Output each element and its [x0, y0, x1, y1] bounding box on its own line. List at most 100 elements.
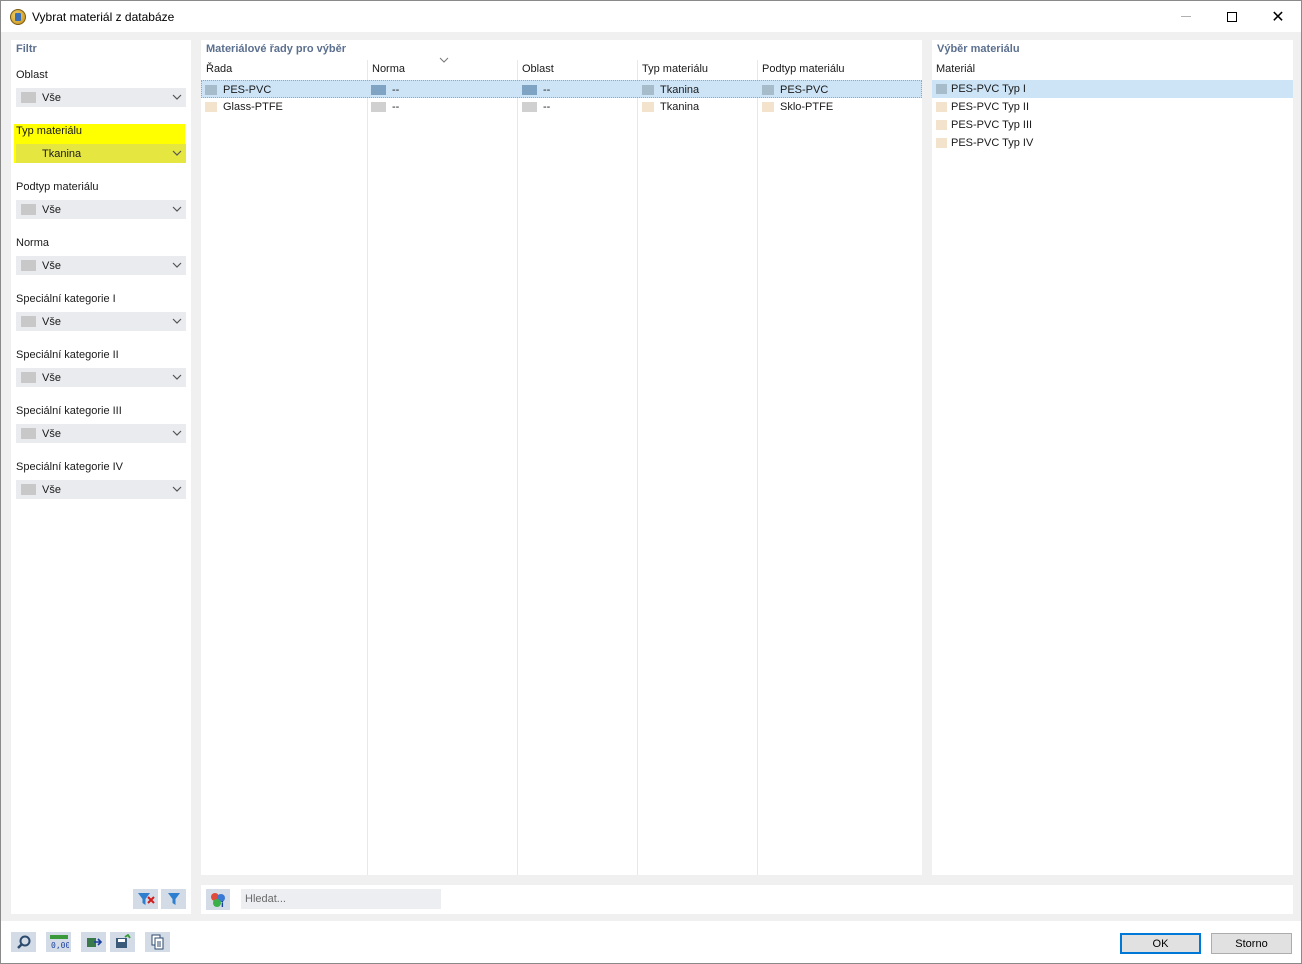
color-swatch: [936, 120, 947, 130]
filter-combo-typ-materialu[interactable]: Tkanina: [16, 144, 186, 163]
filter-combo-specialni-kategorie-1[interactable]: Vše: [16, 312, 186, 331]
magnifier-icon: [16, 935, 30, 949]
filter-label-podtyp-materialu: Podtyp materiálu: [16, 181, 99, 193]
column-divider[interactable]: [637, 60, 638, 875]
library-info-button[interactable]: [145, 932, 170, 952]
filter-label-specialni-kategorie-3: Speciální kategorie III: [16, 405, 122, 417]
filter-panel: Filtr Oblast Vše Typ materiálu Tkanina P…: [11, 40, 191, 914]
combo-value: Vše: [42, 91, 61, 104]
svg-text:i: i: [221, 900, 224, 909]
filter-combo-specialni-kategorie-4[interactable]: Vše: [16, 480, 186, 499]
column-header-material[interactable]: Materiál: [936, 63, 975, 75]
chevron-down-icon: [172, 428, 182, 438]
column-header-norma[interactable]: Norma: [372, 63, 405, 75]
filter-label-norma: Norma: [16, 237, 50, 249]
series-header: Materiálové řady pro výběr: [206, 43, 347, 55]
clear-filter-icon: [137, 893, 155, 905]
column-divider[interactable]: [757, 60, 758, 875]
color-swatch: [642, 85, 654, 95]
list-item-label: PES-PVC Typ III: [951, 119, 1033, 131]
cell-norma: --: [371, 98, 399, 116]
chevron-down-icon: [172, 316, 182, 326]
combo-value: Vše: [42, 315, 61, 328]
column-header-rada[interactable]: Řada: [206, 63, 232, 75]
color-swatch: [371, 102, 386, 112]
color-swatch: [642, 102, 654, 112]
color-swatch: [21, 372, 36, 383]
save-to-library-button[interactable]: [110, 932, 135, 952]
filter-label-typ-materialu: Typ materiálu: [16, 125, 83, 137]
sort-chevron-icon[interactable]: [439, 56, 449, 64]
filter-combo-specialni-kategorie-2[interactable]: Vše: [16, 368, 186, 387]
filter-label-oblast: Oblast: [16, 69, 48, 81]
chevron-down-icon: [172, 204, 182, 214]
color-swatch: [936, 138, 947, 148]
minimize-button[interactable]: [1163, 1, 1209, 32]
combo-value: Vše: [42, 259, 61, 272]
column-header-typ-materialu[interactable]: Typ materiálu: [642, 63, 708, 75]
cell-podtyp-materialu: Sklo-PTFE: [762, 98, 833, 116]
series-panel: Materiálové řady pro výběr Řada Norma Ob…: [201, 40, 922, 875]
cell-text: Tkanina: [660, 101, 700, 113]
color-swatch: [21, 204, 36, 215]
svg-text:0,00: 0,00: [51, 941, 69, 950]
color-swatch: [762, 102, 774, 112]
filter-combo-specialni-kategorie-3[interactable]: Vše: [16, 424, 186, 443]
chevron-down-icon: [172, 148, 182, 158]
color-swatch: [21, 92, 36, 103]
color-swatch: [21, 260, 36, 271]
color-swatch: [522, 85, 537, 95]
cell-text: Tkanina: [660, 84, 700, 96]
combo-value: Vše: [42, 203, 61, 216]
filter-label-specialni-kategorie-1: Speciální kategorie I: [16, 293, 116, 305]
combo-value: Tkanina: [42, 147, 82, 160]
column-header-oblast[interactable]: Oblast: [522, 63, 554, 75]
chevron-down-icon: [172, 92, 182, 102]
cancel-button[interactable]: Storno: [1211, 933, 1292, 954]
import-icon: [86, 938, 102, 947]
filter-combo-norma[interactable]: Vše: [16, 256, 186, 275]
units-button[interactable]: 0,00: [46, 932, 71, 952]
column-header-podtyp-materialu[interactable]: Podtyp materiálu: [762, 63, 845, 75]
search-input[interactable]: [241, 889, 441, 909]
filter-label-specialni-kategorie-2: Speciální kategorie II: [16, 349, 119, 361]
cell-text: PES-PVC: [223, 84, 272, 96]
search-bar: i: [201, 885, 1293, 914]
dialog-window: Vybrat materiál z databáze ✕ Filtr Oblas…: [0, 0, 1302, 964]
cell-typ-materialu: Tkanina: [642, 81, 699, 99]
minimize-icon: [1181, 16, 1191, 17]
filter-combo-oblast[interactable]: Vše: [16, 88, 186, 107]
combo-value: Vše: [42, 483, 61, 496]
list-item[interactable]: PES-PVC Typ I: [932, 80, 1293, 98]
clear-filter-button[interactable]: [133, 889, 158, 909]
column-divider[interactable]: [367, 60, 368, 875]
bottom-bar: 0,00 OK Storno: [1, 921, 1301, 963]
combo-value: Vše: [42, 427, 61, 440]
search-tool-button[interactable]: [11, 932, 36, 952]
list-item-label: PES-PVC Typ IV: [951, 137, 1034, 149]
maximize-button[interactable]: [1209, 1, 1255, 32]
list-item[interactable]: PES-PVC Typ IV: [932, 134, 1293, 152]
color-swatch: [762, 85, 774, 95]
list-item-label: PES-PVC Typ II: [951, 101, 1030, 113]
color-swatch: [522, 102, 537, 112]
color-legend-button[interactable]: i: [206, 889, 230, 910]
column-divider[interactable]: [517, 60, 518, 875]
import-button[interactable]: [81, 932, 106, 952]
table-row[interactable]: Glass-PTFE -- -- Tkanina Sklo-PTFE: [201, 98, 922, 116]
cell-norma: --: [371, 81, 399, 99]
cell-text: PES-PVC: [780, 84, 829, 96]
ok-button[interactable]: OK: [1120, 933, 1201, 954]
apply-filter-button[interactable]: [161, 889, 186, 909]
list-item[interactable]: PES-PVC Typ II: [932, 98, 1293, 116]
table-row[interactable]: PES-PVC -- -- Tkanina PES-PVC: [201, 80, 922, 98]
units-icon: 0,00: [49, 935, 69, 950]
material-header: Výběr materiálu: [937, 43, 1020, 55]
list-item[interactable]: PES-PVC Typ III: [932, 116, 1293, 134]
cell-text: Glass-PTFE: [223, 101, 283, 113]
filter-combo-podtyp-materialu[interactable]: Vše: [16, 200, 186, 219]
color-swatch: [205, 102, 217, 112]
filter-label-specialni-kategorie-4: Speciální kategorie IV: [16, 461, 124, 473]
cell-text: --: [543, 101, 551, 113]
close-button[interactable]: ✕: [1255, 1, 1301, 32]
